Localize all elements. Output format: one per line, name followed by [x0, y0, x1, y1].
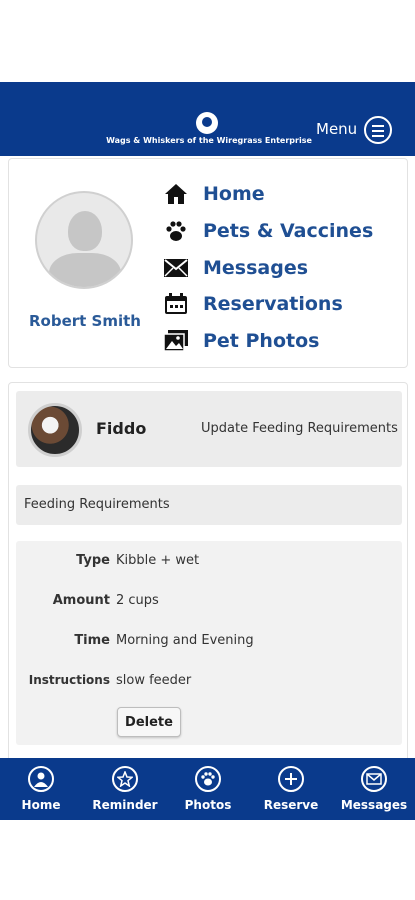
paw-icon	[163, 219, 189, 243]
nav-item-pet-photos[interactable]: Pet Photos	[163, 326, 319, 356]
row-value: Morning and Evening	[116, 633, 254, 648]
pet-avatar[interactable]	[28, 403, 82, 457]
envelope-icon	[361, 766, 387, 792]
plus-icon	[278, 766, 304, 792]
user-name[interactable]: Robert Smith	[27, 312, 143, 330]
tab-home[interactable]: Home	[0, 766, 82, 812]
pet-header: Fiddo Update Feeding Requirements	[16, 391, 402, 467]
nav-item-pets-vaccines[interactable]: Pets & Vaccines	[163, 216, 373, 246]
app-header: Wags & Whiskers of the Wiregrass Enterpr…	[0, 82, 415, 156]
tab-messages[interactable]: Messages	[333, 766, 415, 812]
row-key: Amount	[52, 593, 110, 608]
tab-label: Reserve	[263, 798, 319, 812]
table-row: Amount 2 cups	[16, 593, 402, 613]
paw-icon	[195, 766, 221, 792]
pet-name: Fiddo	[96, 419, 147, 438]
row-value: Kibble + wet	[116, 553, 200, 568]
envelope-icon	[163, 256, 189, 280]
menu-label[interactable]: Menu	[316, 120, 357, 138]
tab-label: Reminder	[92, 798, 158, 812]
row-key: Instructions	[28, 673, 110, 687]
brand-name: Wags & Whiskers of the Wiregrass Enterpr…	[106, 136, 312, 145]
nav-item-messages[interactable]: Messages	[163, 253, 308, 283]
tab-photos[interactable]: Photos	[167, 766, 249, 812]
delete-button[interactable]: Delete	[117, 707, 181, 737]
table-row: Time Morning and Evening	[16, 633, 402, 653]
avatar	[35, 191, 133, 289]
tab-label: Messages	[340, 798, 408, 812]
tab-reserve[interactable]: Reserve	[250, 766, 332, 812]
section-title: Feeding Requirements	[16, 485, 402, 525]
row-value: 2 cups	[116, 593, 159, 608]
nav-label: Pet Photos	[203, 330, 320, 352]
nav-label: Pets & Vaccines	[203, 220, 374, 242]
tab-label: Photos	[184, 798, 232, 812]
hamburger-menu-icon[interactable]	[364, 116, 392, 144]
nav-label: Home	[203, 183, 265, 205]
update-feeding-link[interactable]: Update Feeding Requirements	[201, 421, 398, 436]
tab-reminder[interactable]: Reminder	[84, 766, 166, 812]
home-icon	[163, 182, 189, 206]
tab-label: Home	[21, 798, 61, 812]
row-value: slow feeder	[116, 673, 192, 688]
photos-icon	[163, 329, 189, 353]
feeding-requirements-table: Type Kibble + wet Amount 2 cups Time Mor…	[16, 541, 402, 745]
row-key: Type	[76, 553, 110, 568]
nav-label: Messages	[203, 257, 309, 279]
table-row: Instructions slow feeder	[16, 673, 402, 693]
row-key: Time	[74, 633, 110, 648]
nav-item-home[interactable]: Home	[163, 179, 265, 209]
nav-label: Reservations	[203, 293, 343, 315]
feeding-detail-card: Fiddo Update Feeding Requirements Feedin…	[8, 382, 408, 762]
nav-item-reservations[interactable]: Reservations	[163, 289, 343, 319]
table-row: Type Kibble + wet	[16, 553, 402, 573]
bottom-tab-bar: Home Reminder Photos Reserve Messages	[0, 758, 415, 820]
brand-logo[interactable]	[196, 112, 218, 134]
star-icon	[112, 766, 138, 792]
calendar-icon	[163, 292, 189, 316]
profile-card: Robert Smith Home Pets & Vaccines Messag…	[8, 158, 408, 368]
person-icon	[28, 766, 54, 792]
